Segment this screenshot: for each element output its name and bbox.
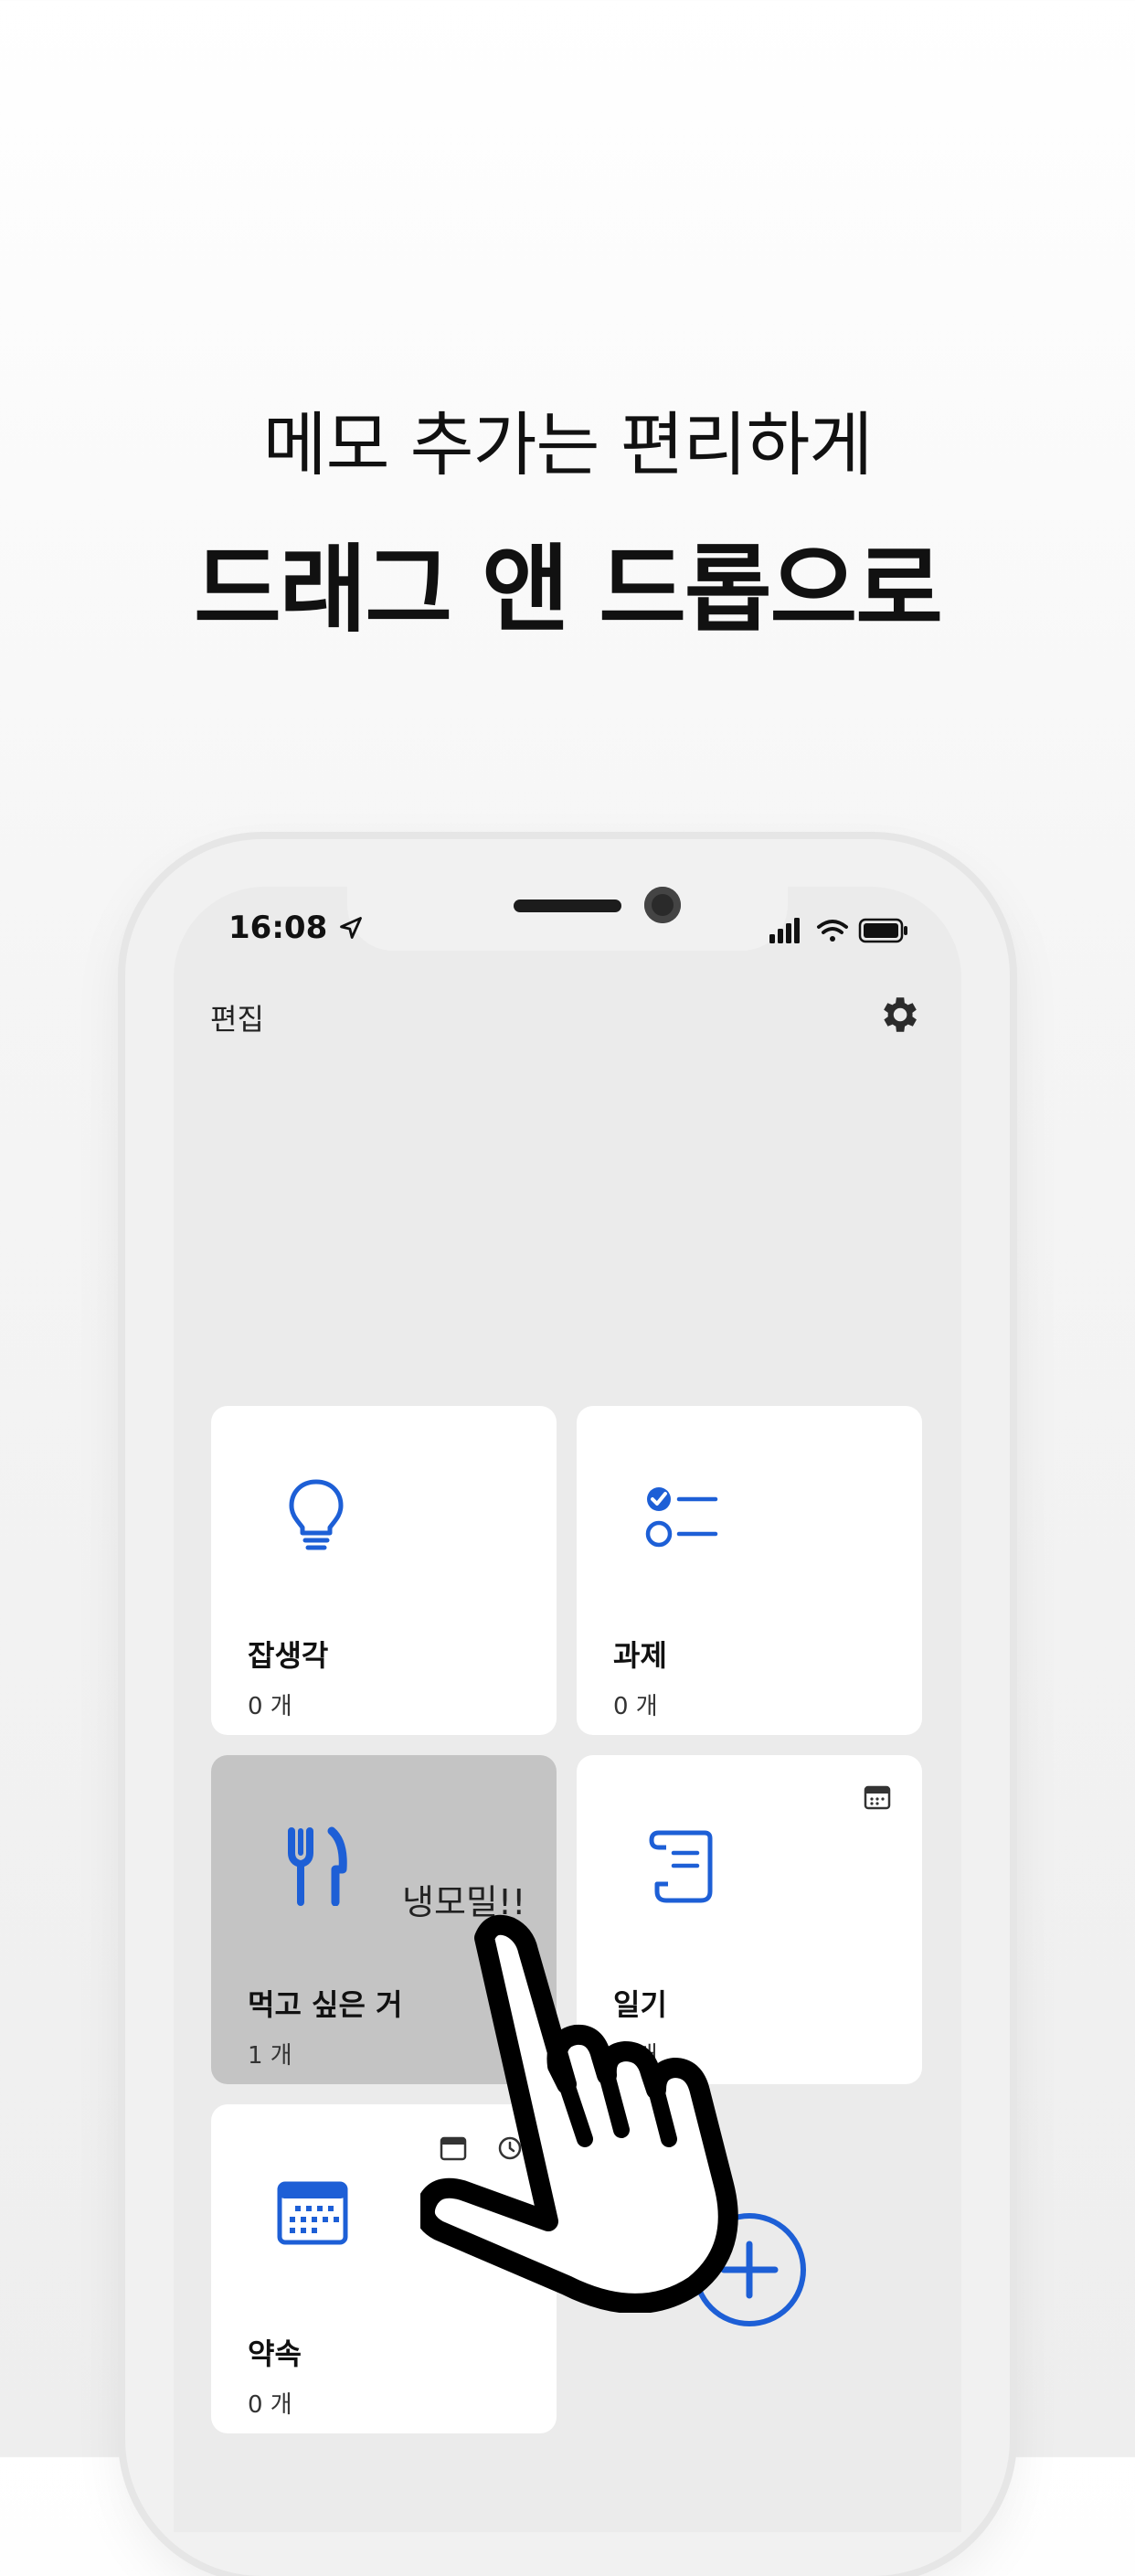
calendar-icon xyxy=(277,2181,348,2245)
card-count: 0 개 xyxy=(613,1693,658,1720)
wifi-icon xyxy=(817,920,848,942)
checklist-icon xyxy=(645,1487,718,1548)
lightbulb-icon xyxy=(289,1479,344,1550)
status-time: 16:08 xyxy=(228,910,364,946)
status-icons xyxy=(769,918,907,943)
fork-knife-icon xyxy=(288,1826,347,1906)
battery-icon xyxy=(858,918,907,943)
edit-button[interactable]: 편집 xyxy=(210,996,264,1038)
pointing-hand-icon xyxy=(420,1914,738,2313)
card-title: 먹고 싶은 거 xyxy=(248,1987,403,2022)
headline-line-2: 드래그 앤 드롭으로 xyxy=(194,534,943,645)
signal-icon xyxy=(769,918,800,943)
card-count: 0 개 xyxy=(248,2391,292,2419)
card-count: 1 개 xyxy=(248,2042,292,2070)
card-title: 잡생각 xyxy=(248,1638,329,1673)
gear-icon[interactable] xyxy=(875,992,921,1038)
headline-line-1: 메모 추가는 편리하게 xyxy=(262,404,874,485)
calendar-small-icon xyxy=(864,1785,891,1810)
speaker-grille xyxy=(514,899,621,912)
front-camera xyxy=(644,887,681,923)
card-title: 과제 xyxy=(613,1638,667,1673)
scroll-icon xyxy=(649,1830,713,1903)
phone-notch xyxy=(347,878,788,951)
location-arrow-icon xyxy=(340,917,362,939)
card-count: 0 개 xyxy=(248,1693,292,1720)
category-card-tasks[interactable]: 과제 0 개 xyxy=(577,1406,922,1735)
card-title: 약속 xyxy=(248,2336,302,2371)
category-card-ideas[interactable]: 잡생각 0 개 xyxy=(211,1406,557,1735)
